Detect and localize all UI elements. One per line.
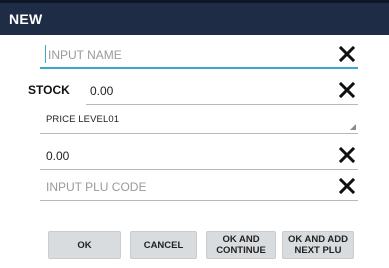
price-level-selected: PRICE LEVEL01 bbox=[46, 114, 120, 125]
name-field[interactable]: INPUT NAME bbox=[40, 41, 358, 69]
price-value: 0.00 bbox=[46, 149, 70, 163]
plu-code-placeholder: INPUT PLU CODE bbox=[46, 180, 147, 194]
price-level-select[interactable]: PRICE LEVEL01 bbox=[40, 108, 358, 134]
dialog-titlebar: NEW bbox=[0, 0, 389, 35]
ok-and-continue-line1: OK AND bbox=[222, 234, 260, 245]
ok-and-add-next-plu-button[interactable]: OK AND ADD NEXT PLU bbox=[282, 231, 354, 259]
text-cursor bbox=[45, 45, 46, 63]
ok-button[interactable]: OK bbox=[48, 231, 121, 259]
ok-and-continue-line2: CONTINUE bbox=[216, 245, 266, 256]
stock-label: STOCK bbox=[28, 83, 70, 97]
new-item-dialog: NEW INPUT NAME STOCK 0.00 PRICE LEVEL01 … bbox=[0, 0, 389, 268]
name-placeholder: INPUT NAME bbox=[48, 48, 122, 62]
ok-add-next-line2: NEXT PLU bbox=[294, 245, 342, 256]
cancel-button[interactable]: CANCEL bbox=[130, 231, 197, 259]
ok-button-label: OK bbox=[77, 239, 92, 251]
plu-code-field[interactable]: INPUT PLU CODE bbox=[40, 173, 358, 201]
close-icon[interactable] bbox=[338, 81, 356, 99]
cancel-button-label: CANCEL bbox=[143, 239, 184, 251]
price-field-underline bbox=[40, 169, 358, 170]
price-field[interactable]: 0.00 bbox=[40, 142, 358, 170]
close-icon[interactable] bbox=[338, 177, 356, 195]
plu-code-underline bbox=[40, 200, 358, 201]
stock-value: 0.00 bbox=[90, 84, 114, 98]
ok-and-continue-button[interactable]: OK AND CONTINUE bbox=[206, 231, 276, 259]
stock-field-underline bbox=[86, 104, 358, 105]
ok-add-next-line1: OK AND ADD bbox=[288, 234, 348, 245]
stock-field[interactable]: 0.00 bbox=[86, 77, 358, 105]
price-level-underline bbox=[40, 133, 358, 134]
dropdown-triangle-icon bbox=[350, 124, 356, 130]
name-field-underline bbox=[40, 67, 358, 69]
close-icon[interactable] bbox=[338, 146, 356, 164]
dialog-title: NEW bbox=[9, 11, 43, 27]
close-icon[interactable] bbox=[338, 45, 356, 63]
